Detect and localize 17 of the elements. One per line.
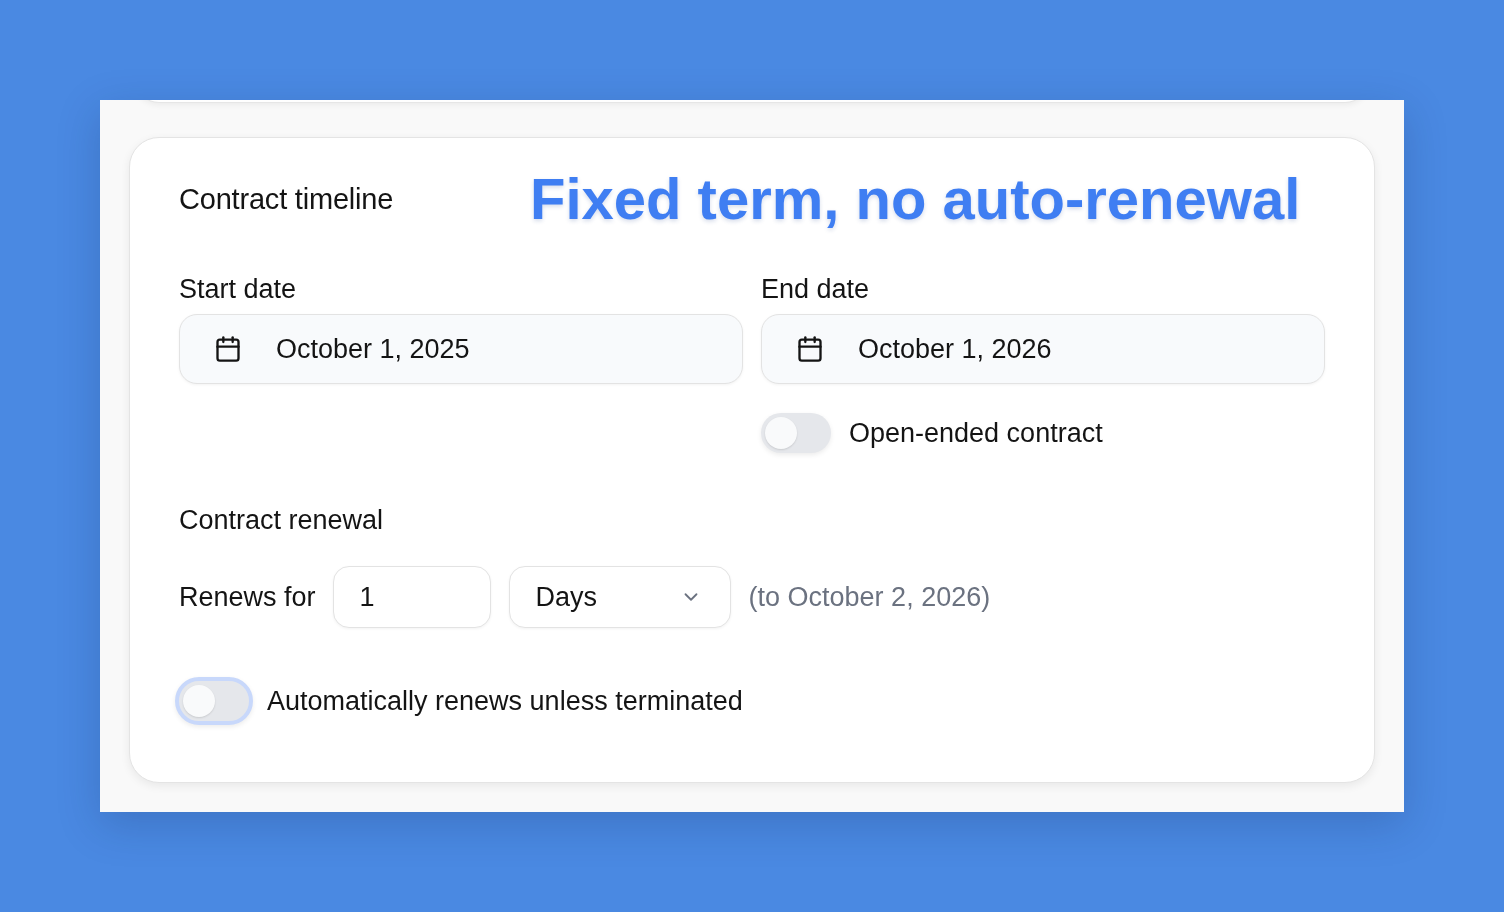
- calendar-icon: [214, 335, 242, 363]
- caption-heading: Fixed term, no auto-renewal: [530, 165, 1301, 233]
- card-title: Contract timeline: [179, 182, 394, 216]
- section-heading: Contract renewal: [179, 504, 384, 536]
- unit-select[interactable]: Days: [508, 566, 731, 628]
- hint-text: (to October 2, 2026): [748, 581, 991, 613]
- field-label: Renews for: [179, 581, 316, 613]
- toggle-label: Open-ended contract: [849, 417, 1103, 449]
- field-label: End date: [761, 273, 870, 305]
- date-field[interactable]: October 1, 2025: [179, 314, 743, 384]
- calendar-icon: [796, 335, 824, 363]
- date-field[interactable]: October 1, 2026: [761, 314, 1325, 384]
- field-label: Start date: [179, 273, 297, 305]
- number-input[interactable]: 1: [332, 566, 491, 628]
- toggle-switch[interactable]: [175, 677, 253, 725]
- toggle-label: Automatically renews unless terminated: [267, 685, 743, 717]
- toggle-switch[interactable]: [761, 413, 831, 453]
